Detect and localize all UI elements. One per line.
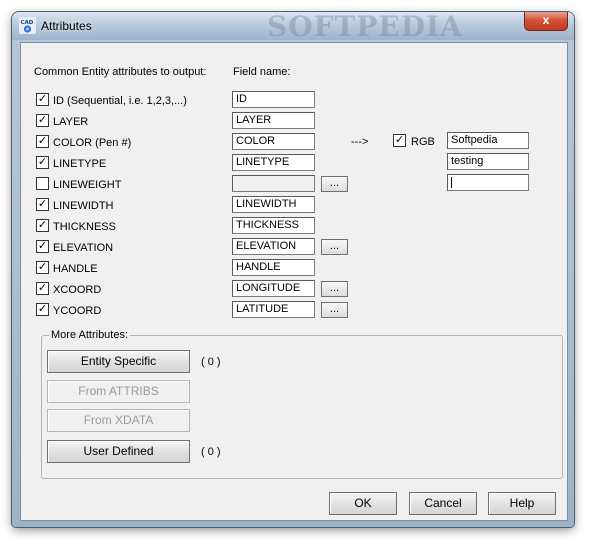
dialog-body: Common Entity attributes to output: Fiel… [20, 42, 568, 521]
field-name-input[interactable]: COLOR [232, 133, 315, 150]
rgb-field-1[interactable]: Softpedia [447, 132, 529, 149]
browse-button[interactable]: ... [321, 302, 348, 318]
attribute-checkbox[interactable]: ✓ [36, 156, 49, 169]
attribute-label: COLOR (Pen #) [53, 137, 132, 149]
attribute-label: THICKNESS [53, 221, 116, 233]
field-name-input[interactable]: THICKNESS [232, 217, 315, 234]
more-attributes-title: More Attributes: [49, 329, 131, 341]
browse-button[interactable]: ... [321, 281, 348, 297]
field-name-input[interactable]: LAYER [232, 112, 315, 129]
attribute-label: ID (Sequential, i.e. 1,2,3,...) [53, 95, 187, 107]
attribute-label: LAYER [53, 116, 89, 128]
attribute-label: ELEVATION [53, 242, 114, 254]
field-name-header: Field name: [233, 66, 291, 78]
rgb-arrow: ---> [351, 136, 369, 148]
field-name-input[interactable]: LONGITUDE [232, 280, 315, 297]
field-name-input[interactable]: LINEWIDTH [232, 196, 315, 213]
attribute-label: XCOORD [53, 284, 102, 296]
cad-app-icon: CAD [19, 17, 36, 34]
rgb-field-3[interactable] [447, 174, 529, 191]
close-button[interactable]: x [524, 12, 568, 31]
cancel-button[interactable]: Cancel [409, 492, 477, 515]
attribute-checkbox[interactable]: ✓ [36, 282, 49, 295]
attribute-checkbox[interactable]: ✓ [36, 135, 49, 148]
field-name-input[interactable]: LINETYPE [232, 154, 315, 171]
attribute-checkbox[interactable]: ✓ [36, 114, 49, 127]
user-defined-count: ( 0 ) [201, 446, 221, 458]
entity-specific-count: ( 0 ) [201, 356, 221, 368]
attribute-checkbox[interactable]: ✓ [36, 240, 49, 253]
from-xdata-button[interactable]: From XDATA [47, 409, 190, 432]
field-name-input[interactable]: LATITUDE [232, 301, 315, 318]
entity-specific-button[interactable]: Entity Specific [47, 350, 190, 373]
attribute-checkbox[interactable] [36, 177, 49, 190]
attribute-checkbox[interactable]: ✓ [36, 93, 49, 106]
softpedia-watermark: SOFTPEDIA [267, 12, 463, 40]
attribute-label: LINEWIDTH [53, 200, 114, 212]
field-name-input[interactable] [232, 175, 315, 192]
attribute-checkbox[interactable]: ✓ [36, 261, 49, 274]
ok-button[interactable]: OK [329, 492, 397, 515]
user-defined-button[interactable]: User Defined [47, 440, 190, 463]
field-name-input[interactable]: ELEVATION [232, 238, 315, 255]
window-title: Attributes [41, 19, 92, 33]
rgb-checkbox[interactable]: ✓ [393, 134, 406, 147]
attribute-checkbox[interactable]: ✓ [36, 303, 49, 316]
field-name-input[interactable]: ID [232, 91, 315, 108]
rgb-label: RGB [411, 136, 435, 148]
from-attribs-button[interactable]: From ATTRIBS [47, 380, 190, 403]
attribute-label: HANDLE [53, 263, 98, 275]
attribute-label: LINETYPE [53, 158, 107, 170]
attribute-label: LINEWEIGHT [53, 179, 122, 191]
svg-text:CAD: CAD [21, 20, 34, 26]
attribute-checkbox[interactable]: ✓ [36, 198, 49, 211]
browse-button[interactable]: ... [321, 176, 348, 192]
field-name-input[interactable]: HANDLE [232, 259, 315, 276]
attribute-checkbox[interactable]: ✓ [36, 219, 49, 232]
help-button[interactable]: Help [488, 492, 556, 515]
common-attributes-header: Common Entity attributes to output: [34, 66, 207, 78]
attribute-label: YCOORD [53, 305, 102, 317]
title-bar[interactable]: CAD Attributes SOFTPEDIA x [12, 12, 574, 40]
rgb-field-2[interactable]: testing [447, 153, 529, 170]
attributes-window: CAD Attributes SOFTPEDIA x Common Entity… [12, 12, 574, 527]
browse-button[interactable]: ... [321, 239, 348, 255]
